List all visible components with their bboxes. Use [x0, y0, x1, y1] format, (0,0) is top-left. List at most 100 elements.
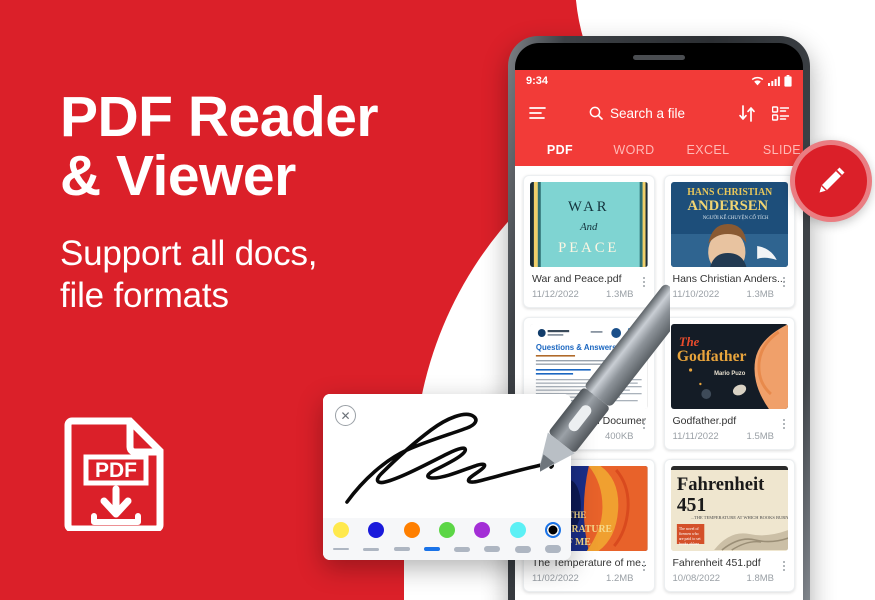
battery-icon — [784, 75, 792, 87]
search-placeholder: Search a file — [609, 105, 686, 121]
headline-line-1: PDF Reader — [60, 85, 379, 149]
file-subinfo: 11/11/2022 1.5MB — [673, 431, 787, 442]
tab-slide[interactable]: SLIDE — [745, 143, 803, 157]
file-meta: War and Peace.pdf 11/12/2022 1.3MB — [524, 267, 654, 307]
file-overflow-menu-icon[interactable] — [639, 558, 649, 574]
stroke-width-1[interactable] — [333, 548, 349, 550]
color-swatch-purple[interactable] — [474, 522, 491, 538]
file-thumbnail-fahrenheit: Fahrenheit 451 ...THE TEMPERATURE AT WHI… — [670, 466, 788, 551]
file-overflow-menu-icon[interactable] — [639, 416, 649, 432]
svg-text:...THE TEMPERATURE AT WHICH BO: ...THE TEMPERATURE AT WHICH BOOKS BURN — [690, 515, 788, 520]
stroke-width-2[interactable] — [363, 547, 380, 551]
tab-pdf[interactable]: PDF — [523, 143, 597, 157]
file-overflow-menu-icon[interactable] — [779, 274, 789, 290]
file-meta: Godfather.pdf 11/11/2022 1.5MB — [665, 409, 795, 449]
signature-dialog: ✕ — [323, 394, 571, 560]
svg-text:Questions & Answers: Questions & Answers — [536, 343, 617, 352]
phone-speaker — [633, 55, 685, 60]
svg-text:WAR: WAR — [568, 199, 609, 215]
svg-text:books ablaze: books ablaze — [678, 541, 698, 546]
file-size: 1.5MB — [746, 431, 774, 442]
sort-icon[interactable] — [736, 102, 758, 124]
file-overflow-menu-icon[interactable] — [779, 558, 789, 574]
file-date: 10/08/2022 — [672, 573, 721, 584]
svg-text:Godfather: Godfather — [676, 348, 746, 365]
hamburger-menu-icon[interactable] — [527, 102, 549, 124]
promo-banner: PDF Reader & Viewer Support all docs, fi… — [0, 0, 875, 600]
file-meta: Fahrenheit 451.pdf 10/08/2022 1.8MB — [665, 551, 795, 591]
file-subinfo: 10/08/2022 1.8MB — [673, 573, 787, 584]
color-swatch-cyan[interactable] — [509, 522, 526, 538]
svg-text:NGƯỜI KỂ CHUYỆN CỔ TÍCH: NGƯỜI KỂ CHUYỆN CỔ TÍCH — [702, 215, 768, 221]
stroke-width-4[interactable] — [423, 547, 440, 551]
stroke-width-5[interactable] — [454, 546, 471, 552]
subhead-line-2: file formats — [60, 275, 229, 315]
file-card[interactable]: The Godfather Mario Puzo Godfather.pdf 1… — [663, 317, 795, 450]
file-name: Godfather.pdf — [672, 415, 737, 427]
stroke-width-6[interactable] — [484, 546, 501, 552]
search-input[interactable]: Search a file — [549, 106, 725, 121]
status-bar: 9:34 — [515, 70, 803, 92]
file-card[interactable]: WAR And PEACE War and Peace.pdf 11/12/20… — [523, 175, 655, 308]
stroke-width-row — [331, 545, 563, 553]
color-swatch-orange[interactable] — [403, 522, 420, 538]
wifi-icon — [751, 76, 764, 85]
file-size: 400KB — [604, 431, 634, 442]
stroke-width-3[interactable] — [393, 547, 410, 551]
color-swatch-blue[interactable] — [368, 522, 385, 538]
file-date: 11/12/2022 — [532, 289, 579, 300]
file-subinfo: 11/12/2022 1.3MB — [532, 289, 646, 300]
svg-text:Fahrenheit: Fahrenheit — [676, 474, 764, 495]
file-overflow-menu-icon[interactable] — [779, 416, 789, 432]
file-thumbnail-war-and-peace: WAR And PEACE — [530, 182, 648, 267]
file-name: Hans Christian Anders...pdf — [672, 273, 787, 285]
search-icon — [589, 106, 603, 120]
file-name: War and Peace.pdf — [532, 273, 622, 285]
svg-text:PEACE: PEACE — [558, 240, 619, 256]
edit-fab-button[interactable] — [790, 140, 872, 222]
signature-canvas[interactable]: ✕ — [323, 394, 571, 518]
color-swatch-green[interactable] — [438, 522, 455, 538]
app-bar: 9:34 Search a file PDF WORD EXCEL SLIDE — [515, 70, 803, 166]
tab-excel[interactable]: EXCEL — [671, 143, 745, 157]
file-card[interactable]: HANS CHRISTIAN ANDERSEN NGƯỜI KỂ CHUYỆN … — [663, 175, 795, 308]
svg-text:And: And — [579, 221, 598, 233]
file-subinfo: 11/10/2022 1.3MB — [673, 289, 787, 300]
svg-text:ANDERSEN: ANDERSEN — [687, 198, 768, 214]
file-name: Fahrenheit 451.pdf — [672, 557, 761, 569]
pdf-download-icon: PDF — [62, 415, 170, 531]
file-size: 1.3MB — [606, 289, 634, 300]
color-swatch-row — [331, 522, 563, 538]
stroke-width-7[interactable] — [514, 545, 531, 553]
page-title: PDF Reader & Viewer — [60, 88, 490, 205]
headline-line-2: & Viewer — [60, 143, 296, 208]
svg-text:451: 451 — [676, 494, 705, 516]
file-size: 1.2MB — [606, 573, 634, 584]
promo-subtitle: Support all docs, file formats — [60, 233, 490, 316]
file-date: 11/02/2022 — [532, 573, 579, 584]
color-swatch-black[interactable] — [544, 522, 561, 538]
file-thumbnail-andersen: HANS CHRISTIAN ANDERSEN NGƯỜI KỂ CHUYỆN … — [670, 182, 788, 267]
tab-word[interactable]: WORD — [597, 143, 671, 157]
status-time: 9:34 — [526, 75, 549, 87]
file-overflow-menu-icon[interactable] — [639, 274, 649, 290]
grid-view-icon[interactable] — [769, 102, 791, 124]
color-swatch-yellow[interactable] — [333, 522, 349, 538]
file-type-tabs: PDF WORD EXCEL SLIDE — [515, 134, 803, 166]
app-toolbar: Search a file — [515, 92, 803, 134]
file-date: 11/11/2022 — [672, 431, 719, 442]
signal-icon — [768, 76, 780, 86]
stroke-width-8[interactable] — [544, 545, 561, 553]
file-size: 1.8MB — [746, 573, 774, 584]
subhead-line-1: Support all docs, — [60, 234, 318, 274]
file-thumbnail-godfather: The Godfather Mario Puzo — [670, 324, 788, 409]
signature-toolbar — [323, 518, 571, 560]
file-card[interactable]: Fahrenheit 451 ...THE TEMPERATURE AT WHI… — [663, 459, 795, 592]
svg-text:HANS CHRISTIAN: HANS CHRISTIAN — [687, 187, 772, 198]
svg-text:Mario Puzo: Mario Puzo — [714, 371, 746, 377]
promo-copy: PDF Reader & Viewer Support all docs, fi… — [60, 88, 490, 316]
file-size: 1.3MB — [746, 289, 774, 300]
file-date: 11/10/2022 — [672, 289, 720, 300]
file-subinfo: 11/02/2022 1.2MB — [532, 573, 646, 584]
handwritten-signature — [345, 412, 554, 504]
